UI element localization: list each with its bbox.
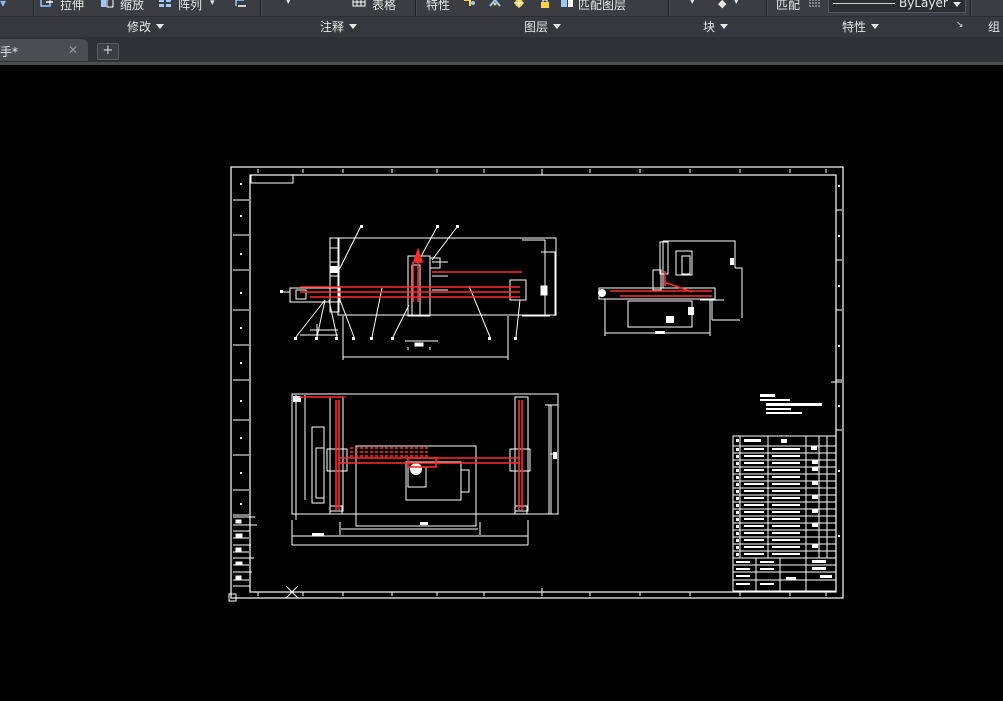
panel-modify[interactable]: 修改 xyxy=(127,18,165,35)
panel-annotation-label: 注释 xyxy=(320,20,345,34)
file-tab-label: 手* xyxy=(0,45,19,59)
scale-button[interactable]: 缩放 xyxy=(120,0,144,13)
layer-properties-button[interactable]: 特性 xyxy=(426,0,450,13)
scale-icon[interactable] xyxy=(100,0,114,8)
array-button[interactable]: 阵列 xyxy=(178,0,202,13)
stretch-icon[interactable] xyxy=(40,0,54,8)
panel-modify-label: 修改 xyxy=(127,20,152,34)
match-layer-button[interactable]: 匹配图层 xyxy=(578,0,626,13)
chevron-down-icon xyxy=(871,24,880,29)
block-insert-icon[interactable]: ◆ xyxy=(718,0,726,10)
array-icon[interactable] xyxy=(158,0,172,8)
panel-block[interactable]: 块 xyxy=(703,18,729,35)
linetype-icon[interactable] xyxy=(808,0,822,8)
close-icon[interactable]: ✕ xyxy=(68,43,78,57)
front-view xyxy=(280,225,557,360)
technical-notes xyxy=(760,394,822,414)
linetype-preview xyxy=(833,3,895,4)
ribbon: ▾ 拉伸 缩放 阵列 ▾ ▾ 表格 特性 匹配图层 ▾ ◆ ▾ 匹配 ByLay… xyxy=(0,0,1003,38)
chevron-down-icon[interactable] xyxy=(953,2,961,7)
match-properties-button[interactable]: 匹配 xyxy=(776,0,800,13)
top-view xyxy=(291,393,559,546)
layer-freeze-icon[interactable] xyxy=(512,0,526,8)
panel-groups[interactable]: 组 xyxy=(988,18,1000,35)
ribbon-tools-row: ▾ 拉伸 缩放 阵列 ▾ ▾ 表格 特性 匹配图层 ▾ ◆ ▾ 匹配 ByLay… xyxy=(0,0,1003,16)
chevron-down-icon xyxy=(349,24,358,29)
chevron-down-icon[interactable]: ▾ xyxy=(690,0,695,7)
new-tab-button[interactable]: + xyxy=(97,43,119,60)
layer-isolate-icon[interactable] xyxy=(488,0,502,8)
side-view xyxy=(598,240,743,336)
stretch-button[interactable]: 拉伸 xyxy=(60,0,84,13)
edit-icon[interactable] xyxy=(234,0,248,8)
revision-strip xyxy=(233,516,257,587)
panel-layers-label: 图层 xyxy=(524,20,549,34)
cad-drawing xyxy=(228,166,844,602)
chevron-down-icon xyxy=(156,24,165,29)
chevron-down-icon[interactable]: ▾ xyxy=(210,0,215,8)
linetype-value: ByLayer xyxy=(899,0,948,10)
match-layer-icon[interactable] xyxy=(560,0,574,8)
file-tab-active[interactable]: 手* ✕ xyxy=(0,39,88,61)
chevron-down-icon[interactable]: ▾ xyxy=(286,0,291,7)
chevron-down-icon[interactable]: ▾ xyxy=(734,0,739,7)
table-button[interactable]: 表格 xyxy=(372,0,396,13)
panel-layers[interactable]: 图层 xyxy=(524,18,562,35)
layer-lock-icon[interactable] xyxy=(538,0,552,8)
linetype-dropdown[interactable]: ByLayer xyxy=(828,0,966,13)
dialog-launcher-icon[interactable]: ↘ xyxy=(956,20,964,30)
panel-properties-label: 特性 xyxy=(842,20,867,34)
drawing-canvas[interactable] xyxy=(0,65,1003,697)
chevron-down-icon[interactable]: ▾ xyxy=(0,0,6,10)
chevron-down-icon xyxy=(553,24,562,29)
panel-block-label: 块 xyxy=(703,20,716,34)
ribbon-panel-titles: 修改 注释 图层 块 特性 ↘ 组 xyxy=(0,16,1003,37)
table-icon[interactable] xyxy=(352,0,366,8)
title-block-text xyxy=(736,439,832,585)
panel-annotation[interactable]: 注释 xyxy=(320,18,358,35)
file-tab-bar: 手* ✕ + xyxy=(0,37,1003,65)
layer-icon[interactable] xyxy=(462,0,476,8)
panel-properties[interactable]: 特性 xyxy=(842,18,880,35)
chevron-down-icon xyxy=(720,24,729,29)
plus-icon: + xyxy=(102,43,114,58)
